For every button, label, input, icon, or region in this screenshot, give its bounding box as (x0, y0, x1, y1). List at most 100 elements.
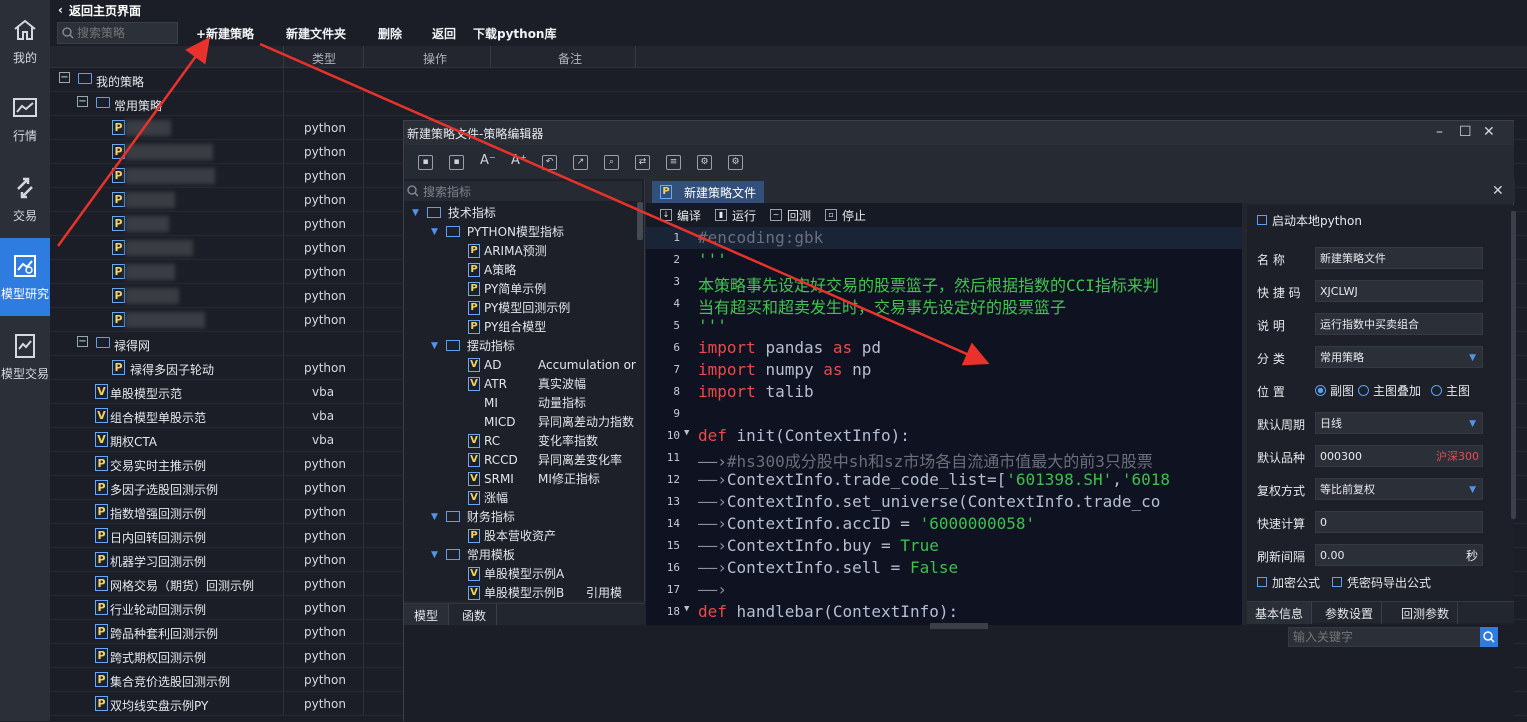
indicator-item[interactable]: V AD Accumulation or (468, 355, 636, 374)
collapse-icon[interactable]: − (59, 72, 70, 83)
expand-icon[interactable]: ▼ (431, 512, 438, 522)
indicator-item[interactable]: MICD 异同离差动力指数 (468, 412, 634, 431)
indicator-item[interactable]: P ARIMA预测 (468, 241, 547, 260)
radio-main[interactable] (1431, 384, 1443, 396)
collapse-icon[interactable]: − (77, 96, 88, 107)
indicator-item[interactable]: MI 动量指标 (468, 393, 586, 412)
nav-market[interactable]: 行情 (0, 80, 50, 158)
tools-icon[interactable]: ⚙ (728, 155, 743, 170)
nav-model-trade[interactable]: 模型交易 (0, 318, 50, 396)
folder-icon (445, 340, 460, 351)
properties-scrollbar[interactable] (1511, 211, 1516, 519)
find-icon[interactable]: ⌕ (604, 155, 619, 170)
save-icon[interactable]: ▪ (418, 155, 433, 170)
indicator-item[interactable]: P 股本营收资产 (468, 526, 556, 545)
tab-function[interactable]: 函数 (452, 604, 498, 626)
indicator-item[interactable]: P A策略 (468, 260, 516, 279)
compile-button[interactable]: ↓ 编译 (660, 207, 701, 224)
indicator-item[interactable]: V RCCD 异同离差变化率 (468, 450, 622, 469)
encrypt-checkbox[interactable] (1257, 577, 1267, 587)
tree-root[interactable]: − 我的策略 (50, 68, 1527, 92)
keyword-search-button[interactable] (1480, 627, 1498, 647)
save-all-icon[interactable]: ▪ (449, 155, 464, 170)
run-button[interactable]: ▮ 运行 (715, 207, 756, 224)
tab-params[interactable]: 参数设置 (1317, 602, 1383, 624)
stop-button[interactable]: ▫ 停止 (825, 207, 866, 224)
indicator-item[interactable]: V 单股模型示例A (468, 564, 564, 583)
indicator-name: ARIMA预测 (484, 244, 547, 258)
strategy-search-input[interactable] (77, 26, 172, 40)
nav-my[interactable]: 我的 (0, 2, 50, 80)
period-select[interactable]: 日线 ▼ (1315, 412, 1483, 434)
delete-button[interactable]: 删除 (378, 25, 402, 42)
exchange-icon (17, 177, 33, 198)
shortcut-field[interactable]: XJCLWJ (1315, 280, 1483, 302)
indicator-item[interactable]: V RC 变化率指数 (468, 431, 598, 450)
expand-icon[interactable]: ▼ (412, 208, 419, 218)
redacted-name (125, 192, 175, 208)
collapse-icon[interactable]: − (77, 336, 88, 347)
code-editor[interactable]: 1 #encoding:gbk 2 ''' 3 本策略事先设定好交易的股票篮子，然后根据指… (646, 227, 1242, 621)
symbol-field[interactable]: 000300 沪深300 (1315, 445, 1483, 467)
minimize-icon[interactable]: – (1436, 124, 1443, 140)
indicator-folder[interactable]: ▼ 技术指标 (412, 203, 496, 222)
fastcalc-field[interactable]: 0 (1315, 511, 1483, 533)
settings-icon[interactable]: ⚙ (697, 155, 712, 170)
indicator-item[interactable]: P PY简单示例 (468, 279, 546, 298)
indicator-item[interactable]: V SRMI MI修正指标 (468, 469, 600, 488)
indicator-item[interactable]: P PY组合模型 (468, 317, 546, 336)
category-label: 分 类 (1257, 352, 1285, 366)
name-field[interactable]: 新建策略文件 (1315, 247, 1483, 269)
radio-overlay[interactable] (1358, 384, 1370, 396)
splitter-handle[interactable] (930, 623, 988, 629)
back-button[interactable]: 返回 (432, 25, 456, 42)
indicator-item[interactable]: P PY模型回测示例 (468, 298, 570, 317)
expand-icon[interactable]: ▼ (431, 550, 438, 560)
radio-subchart[interactable] (1315, 384, 1326, 396)
maximize-icon[interactable]: ☐ (1459, 124, 1472, 140)
import-icon[interactable]: ↶ (542, 155, 557, 170)
tab-model[interactable]: 模型 (404, 604, 450, 626)
indicator-folder[interactable]: ▼ 财务指标 (431, 507, 515, 526)
close-icon[interactable]: ✕ (1483, 124, 1495, 140)
replace-icon[interactable]: ⇄ (635, 155, 650, 170)
nav-model-research[interactable]: 模型研究 (0, 238, 50, 316)
indicator-search[interactable]: 搜索指标 (404, 181, 642, 201)
download-python-button[interactable]: 下载python库 (473, 25, 556, 42)
indicator-item[interactable]: V ATR 真实波幅 (468, 374, 586, 393)
indicator-folder[interactable]: ▼ PYTHON模型指标 (431, 222, 564, 241)
adjust-select[interactable]: 等比前复权 ▼ (1315, 478, 1483, 500)
close-tab-icon[interactable]: ✕ (1492, 183, 1504, 199)
list-icon[interactable]: ≡ (666, 155, 681, 170)
indicator-scrollbar[interactable] (637, 202, 643, 240)
new-folder-button[interactable]: 新建文件夹 (286, 25, 346, 42)
expand-icon[interactable]: ▼ (431, 227, 438, 237)
font-decrease-icon[interactable]: A⁻ (480, 154, 496, 170)
tab-backtest-params[interactable]: 回测参数 (1393, 602, 1459, 624)
export-checkbox[interactable] (1332, 577, 1343, 587)
local-python-toggle[interactable]: 启动本地python (1257, 209, 1362, 231)
indicator-item[interactable]: V 单股模型示例B 引用模 (468, 583, 622, 602)
file-tab[interactable]: P 新建策略文件 (652, 181, 765, 203)
indicator-folder[interactable]: ▼ 常用模板 (431, 545, 515, 564)
item-name: 机器学习回测示例 (110, 555, 207, 569)
tab-basic-info[interactable]: 基本信息 (1247, 602, 1313, 624)
category-select[interactable]: 常用策略 ▼ (1315, 346, 1483, 368)
desc-field[interactable]: 运行指数中买卖组合 (1315, 313, 1483, 335)
indicator-item[interactable]: V 涨幅 (468, 488, 508, 507)
fold-icon[interactable]: ▼ (684, 428, 689, 438)
item-type: python (304, 145, 346, 159)
expand-icon[interactable]: ▼ (431, 341, 438, 351)
refresh-field[interactable]: 0.00 秒 (1315, 544, 1483, 566)
new-strategy-button[interactable]: +新建策略 (196, 25, 254, 42)
nav-trade[interactable]: 交易 (0, 160, 50, 238)
font-increase-icon[interactable]: A⁺ (511, 154, 527, 170)
tree-group-common[interactable]: − 常用策略 (50, 92, 1527, 116)
indicator-folder[interactable]: ▼ 摆动指标 (431, 336, 515, 355)
export-icon[interactable]: ↗ (573, 155, 588, 170)
keyword-search-input[interactable] (1288, 627, 1498, 647)
fold-icon[interactable]: ▼ (684, 604, 689, 614)
backtest-button[interactable]: ~ 回测 (770, 207, 811, 224)
item-type: python (304, 241, 346, 255)
back-bar[interactable]: ‹ 返回主页界面 (50, 0, 1527, 20)
